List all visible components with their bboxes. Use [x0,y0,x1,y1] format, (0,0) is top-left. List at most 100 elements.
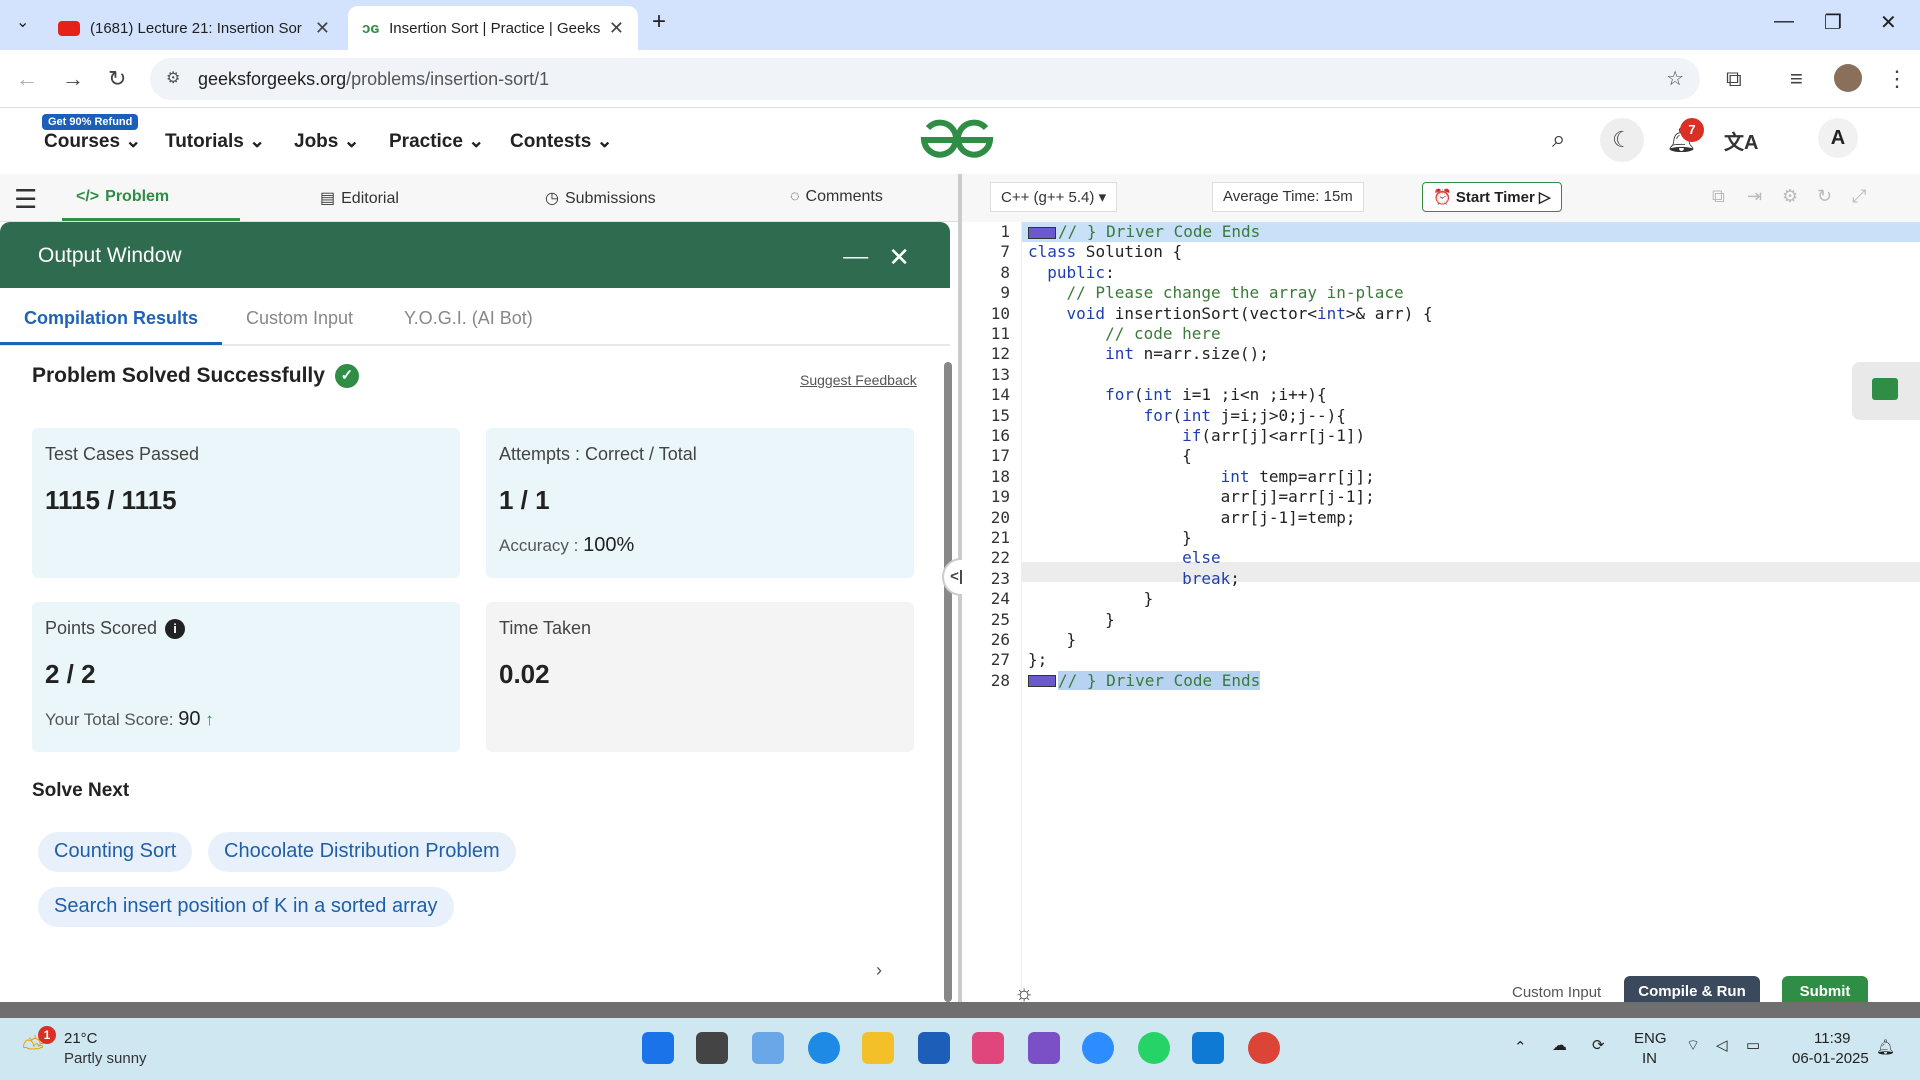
code-line[interactable]: // } Driver Code Ends [1028,222,1260,241]
custom-input-toggle[interactable]: Custom Input [1512,984,1601,1001]
windows-start-icon[interactable] [642,1032,674,1064]
code-line[interactable]: } [1028,630,1077,649]
code-editor[interactable]: 1 // } Driver Code Ends 7 class Solution {8… [962,222,1920,1002]
media-icon[interactable]: ≡ [1790,66,1803,92]
profile-avatar[interactable] [1834,64,1862,92]
nav-tutorials[interactable]: Tutorials ⌄ [165,130,265,153]
code-line[interactable]: for(int j=i;j>0;j--){ [1028,406,1346,425]
task-view-icon[interactable] [696,1032,728,1064]
clock-date[interactable]: 06-01-2025 [1792,1050,1869,1067]
tab-compilation-results[interactable]: Compilation Results [24,308,198,329]
code-line[interactable]: for(int i=1 ;i<n ;i++){ [1028,385,1327,404]
copy-icon[interactable]: ⧉ [1712,186,1725,207]
language-select[interactable]: C++ (g++ 5.4) ▾ [990,182,1118,212]
browser-tab-youtube[interactable]: (1681) Lecture 21: Insertion Sor ✕ [44,6,344,50]
code-line[interactable]: // code here [1028,324,1221,343]
code-line[interactable]: void insertionSort(vector<int>& arr) { [1028,304,1433,323]
edge-icon[interactable] [808,1032,840,1064]
code-line[interactable]: } [1028,528,1192,547]
next-problem-chip[interactable]: Chocolate Distribution Problem [208,832,516,872]
user-avatar[interactable]: A [1818,118,1858,158]
whatsapp-icon[interactable] [1138,1032,1170,1064]
output-scrollbar[interactable] [944,362,952,1002]
fullscreen-icon[interactable]: ⤢ [1852,186,1866,207]
forward-icon[interactable]: → [62,66,84,92]
code-line[interactable]: // Please change the array in-place [1028,283,1404,302]
browser-tab-gfg[interactable]: ↄɢ Insertion Sort | Practice | Geeks ✕ [348,6,638,50]
close-icon[interactable]: ✕ [609,18,624,39]
url-input[interactable]: ⚙ geeksforgeeks.org/problems/insertion-s… [150,58,1700,100]
dark-mode-icon[interactable]: ☾ [1600,118,1644,162]
clock-time[interactable]: 11:39 [1814,1030,1850,1047]
tab-comments[interactable]: ◌ Comments [790,188,883,206]
code-line[interactable]: }; [1028,650,1047,669]
reload-icon[interactable]: ↻ [108,66,126,92]
nav-jobs[interactable]: Jobs ⌄ [294,130,360,153]
site-info-icon[interactable]: ⚙ [166,68,180,88]
chat-button[interactable] [1852,362,1920,420]
maximize-icon[interactable]: ❐ [1824,10,1842,35]
copilot-icon[interactable] [752,1032,784,1064]
reset-icon[interactable]: ↻ [1817,186,1832,207]
gfg-logo[interactable] [918,118,996,162]
code-line[interactable]: // } Driver Code Ends [1028,670,1261,690]
code-line[interactable]: int temp=arr[j]; [1028,467,1375,486]
code-line[interactable]: { [1028,446,1192,465]
bookmark-star-icon[interactable]: ☆ [1666,66,1684,91]
visual-studio-icon[interactable] [1028,1032,1060,1064]
store-icon[interactable] [918,1032,950,1064]
language-top[interactable]: ENG [1634,1030,1667,1047]
volume-icon[interactable]: ◁ [1716,1036,1728,1054]
next-problem-chip[interactable]: Counting Sort [38,832,193,872]
settings-gear-icon[interactable]: ⚙ [1782,186,1798,207]
code-line[interactable]: arr[j]=arr[j-1]; [1028,487,1375,506]
wifi-icon[interactable]: ⌔ [1686,1036,1700,1055]
battery-icon[interactable]: ▭ [1746,1036,1760,1054]
tab-yogi-ai-bot[interactable]: Y.O.G.I. (AI Bot) [404,308,533,329]
search-icon[interactable]: ⌕ [1552,126,1565,154]
cloud-icon[interactable]: ☁ [1552,1036,1567,1054]
tab-problem[interactable]: </> Problem [76,188,169,206]
vscode-icon[interactable] [1192,1032,1224,1064]
nav-practice[interactable]: Practice ⌄ [389,130,484,153]
sync-icon[interactable]: ⟳ [1592,1036,1605,1054]
code-line[interactable]: class Solution { [1028,242,1182,261]
tab-search-icon[interactable]: ⌄ [16,12,29,32]
chevron-up-icon[interactable]: ⌃ [1514,1038,1527,1056]
nav-courses[interactable]: Courses ⌄ [44,130,141,153]
code-line[interactable]: public: [1028,263,1114,282]
tab-editorial[interactable]: ▤ Editorial [320,188,399,208]
hamburger-menu-icon[interactable]: ☰ [14,184,37,215]
close-output-icon[interactable]: ✕ [888,242,910,273]
minimize-icon[interactable]: — [1774,10,1794,33]
code-line[interactable]: int n=arr.size(); [1028,344,1269,363]
start-timer-button[interactable]: ⏰ Start Timer ▷ [1422,182,1562,212]
new-tab-icon[interactable]: + [652,8,666,36]
translate-icon[interactable]: 文A [1724,126,1758,155]
file-explorer-icon[interactable] [862,1032,894,1064]
extensions-icon[interactable]: ⧉ [1726,66,1742,92]
code-line[interactable]: else [1028,548,1221,567]
chrome-icon[interactable] [1248,1032,1280,1064]
tab-submissions[interactable]: ◷ Submissions [545,188,656,208]
zoom-icon[interactable] [1082,1032,1114,1064]
back-icon[interactable]: ← [16,66,38,92]
code-line[interactable]: arr[j-1]=temp; [1028,508,1356,527]
code-line[interactable]: break; [1028,569,1240,588]
window-close-icon[interactable]: ✕ [1880,10,1897,35]
close-icon[interactable]: ✕ [315,18,330,39]
notification-center-icon[interactable]: 🔔︎ [1876,1038,1895,1056]
nav-contests[interactable]: Contests ⌄ [510,130,613,153]
code-line[interactable]: if(arr[j]<arr[j-1]) [1028,426,1365,445]
menu-icon[interactable]: ⋮ [1886,66,1908,92]
chevron-right-icon[interactable]: › [876,960,882,981]
slack-icon[interactable] [972,1032,1004,1064]
fold-marker-icon[interactable] [1028,226,1056,239]
minimize-output-icon[interactable]: __ [844,234,868,260]
code-line[interactable]: } [1028,610,1115,629]
language-bottom[interactable]: IN [1642,1050,1657,1067]
import-icon[interactable]: ⇥ [1747,186,1762,207]
next-problem-chip[interactable]: Search insert position of K in a sorted … [38,887,454,927]
horizontal-scrollbar[interactable] [0,1002,1920,1018]
info-icon[interactable]: i [165,618,186,639]
